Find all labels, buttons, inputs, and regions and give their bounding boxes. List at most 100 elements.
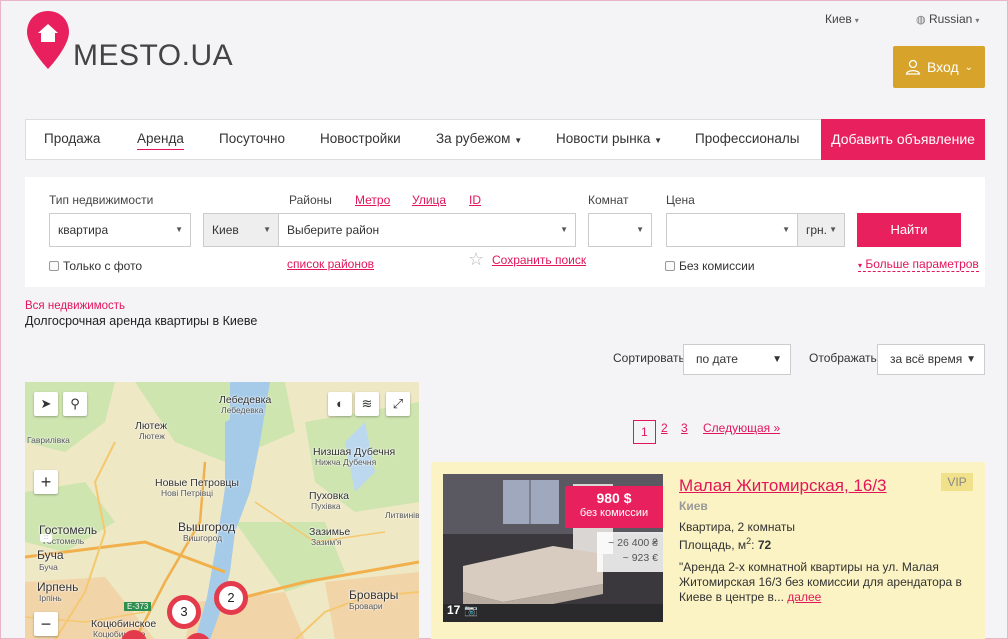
map-label: Буча — [39, 562, 58, 572]
listing-description: "Аренда 2-х комнатной квартиры на ул. Ма… — [679, 560, 962, 604]
road-sign: E-373 — [124, 602, 152, 611]
map-label: Бровари — [349, 601, 383, 611]
alt-price-eur: ~ 923 € — [622, 552, 658, 564]
only-photo-checkbox[interactable]: Только с фото — [49, 259, 142, 273]
sort-select[interactable]: по дате ▼ — [683, 344, 791, 375]
page-2[interactable]: 2 — [661, 421, 668, 435]
locate-icon[interactable]: ➤ — [34, 392, 58, 416]
caret-down-icon: ▼ — [263, 225, 271, 234]
login-button[interactable]: Вход ⌄ — [893, 46, 985, 88]
property-type-select[interactable]: квартира ▼ — [49, 213, 191, 247]
map-label: Ирпень — [37, 580, 79, 594]
city-filter-select[interactable]: Киев ▼ — [203, 213, 279, 247]
page-title: Долгосрочная аренда квартиры в Киеве — [25, 314, 258, 328]
layers-icon[interactable]: ≋ — [355, 392, 379, 416]
caret-down-icon: ▼ — [514, 136, 523, 145]
next-page-link[interactable]: Следующая » — [703, 421, 780, 435]
caret-down-icon: ▼ — [175, 225, 183, 234]
layers-toggle-icon[interactable]: ◐ — [328, 392, 352, 416]
checkbox-icon — [49, 261, 59, 271]
id-tab[interactable]: ID — [469, 193, 481, 207]
zoom-out-button[interactable]: − — [34, 612, 58, 636]
price-select[interactable]: ▼ — [666, 213, 798, 247]
logo[interactable]: MESTO.UA — [25, 9, 233, 72]
photo-count: 17 📷 — [447, 603, 479, 617]
map-label: Ірпінь — [39, 593, 62, 603]
metro-tab[interactable]: Метро — [355, 193, 390, 207]
more-link[interactable]: далее — [787, 590, 821, 604]
rooms-select[interactable]: ▼ — [588, 213, 652, 247]
listing-photo[interactable]: 980 $ без комиссии ~ 26 400 ₴ ~ 923 € 17… — [443, 474, 663, 622]
checkbox-icon — [665, 261, 675, 271]
find-button[interactable]: Найти — [857, 213, 961, 247]
map-label: Литвинівка — [385, 510, 419, 520]
district-list-link[interactable]: список районов — [287, 257, 374, 271]
map[interactable]: Лебедевка Лебедевка Лютеж Лютеж Гаврилів… — [25, 382, 419, 639]
chevron-down-icon: ▾ — [975, 16, 980, 25]
city-select[interactable]: Киев ▾ — [825, 12, 859, 26]
star-icon[interactable]: ☆ — [468, 249, 484, 270]
caret-down-icon: ▼ — [829, 225, 837, 234]
map-cluster-marker[interactable]: 2 — [214, 581, 248, 615]
price-note: без комиссии — [579, 507, 649, 519]
map-label: Буча — [37, 548, 64, 562]
nav-new-buildings[interactable]: Новостройки — [320, 120, 401, 159]
period-select[interactable]: за всё время ▼ — [877, 344, 985, 375]
language-label: Russian — [928, 12, 973, 26]
nav-abroad[interactable]: За рубежом ▼ — [436, 120, 522, 159]
globe-icon: ◍ — [916, 14, 926, 26]
map-cluster-marker[interactable]: 3 — [167, 595, 201, 629]
camera-icon: 📷 — [464, 604, 479, 617]
caret-down-icon: ▼ — [636, 225, 644, 234]
caret-down-icon: ▼ — [966, 354, 976, 365]
save-search-link[interactable]: Сохранить поиск — [492, 253, 586, 267]
main-nav: Продажа Аренда Посуточно Новостройки За … — [25, 119, 985, 160]
caret-down-icon: ▼ — [560, 225, 568, 234]
caret-down-icon: ▼ — [654, 136, 663, 145]
price-badge: 980 $ без комиссии — [565, 486, 663, 528]
map-label: Нижча Дубечня — [315, 457, 377, 467]
map-label: Зазим'я — [311, 537, 342, 547]
map-label: Пухівка — [311, 501, 341, 511]
alt-prices: ~ 26 400 ₴ ~ 923 € — [597, 532, 663, 572]
currency-select[interactable]: грн. ▼ — [797, 213, 845, 247]
search-icon[interactable]: ⚲ — [63, 392, 87, 416]
language-select[interactable]: ◍ Russian ▾ — [916, 12, 979, 26]
listing-area: Площадь, м2: 72 — [679, 536, 772, 552]
nav-rent[interactable]: Аренда — [137, 120, 184, 159]
map-label: Бровары — [349, 588, 399, 602]
nav-sale[interactable]: Продажа — [44, 120, 100, 159]
property-type-label: Тип недвижимости — [49, 193, 154, 207]
more-params-link[interactable]: ▾ Больше параметров — [858, 257, 979, 272]
listing-card[interactable]: 980 $ без комиссии ~ 26 400 ₴ ~ 923 € 17… — [431, 462, 985, 639]
zoom-in-button[interactable]: + — [34, 470, 58, 494]
map-label: Вишгород — [183, 533, 223, 543]
nav-daily[interactable]: Посуточно — [219, 120, 285, 159]
breadcrumb[interactable]: Вся недвижимость — [25, 300, 125, 312]
fullscreen-icon[interactable]: ⤢ — [386, 392, 410, 416]
caret-down-icon: ▼ — [782, 225, 790, 234]
districts-tab[interactable]: Районы — [289, 193, 332, 207]
zoom-slider-handle[interactable]: ::: — [40, 534, 52, 542]
price-label: Цена — [666, 193, 695, 207]
listing-title[interactable]: Малая Житомирская, 16/3 — [679, 476, 887, 496]
listing-city: Киев — [679, 499, 708, 513]
chevron-down-icon: ⌄ — [964, 61, 974, 73]
show-label: Отображать — [809, 351, 877, 365]
district-select[interactable]: Выберите район ▼ — [278, 213, 576, 247]
nav-market-news[interactable]: Новости рынка ▼ — [556, 120, 662, 159]
caret-down-icon: ▼ — [772, 354, 782, 365]
vip-badge: VIP — [941, 473, 973, 491]
caret-down-icon: ▾ — [858, 261, 863, 270]
page-1[interactable]: 1 — [633, 420, 656, 444]
map-label: Нові Петрівці — [161, 488, 213, 498]
no-commission-checkbox[interactable]: Без комиссии — [665, 259, 755, 273]
nav-professionals[interactable]: Профессионалы — [695, 120, 799, 159]
location-pin-icon — [27, 11, 69, 69]
page-3[interactable]: 3 — [681, 421, 688, 435]
price: 980 $ — [596, 490, 632, 506]
search-panel: Тип недвижимости квартира ▼ Киев ▼ Районы … — [25, 177, 985, 287]
add-listing-button[interactable]: Добавить объявление — [821, 119, 985, 160]
street-tab[interactable]: Улица — [412, 193, 446, 207]
login-label: Вход — [926, 59, 959, 75]
